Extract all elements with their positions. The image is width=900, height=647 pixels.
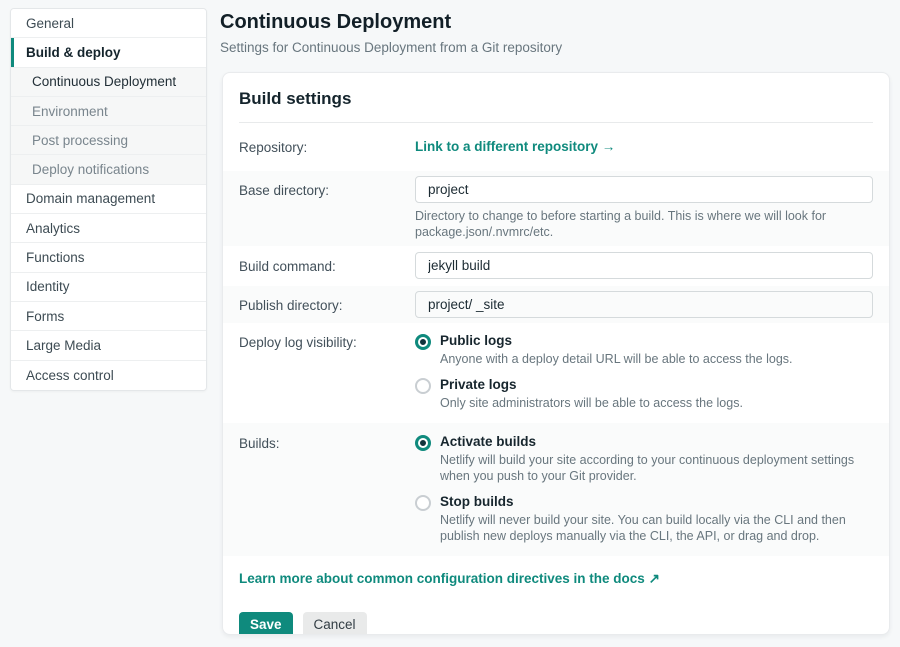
activate-builds-option: Activate builds Netlify will build your …: [415, 434, 873, 485]
sidebar-item-identity[interactable]: Identity: [11, 273, 206, 302]
build-command-label: Build command:: [239, 252, 415, 279]
publish-directory-label: Publish directory:: [239, 291, 415, 318]
base-directory-label: Base directory:: [239, 176, 415, 240]
card-footer: Learn more about common configuration di…: [223, 556, 889, 636]
build-command-row: Build command:: [223, 246, 889, 286]
build-command-input[interactable]: [415, 252, 873, 279]
page-title: Continuous Deployment: [220, 11, 451, 34]
public-logs-option: Public logs Anyone with a deploy detail …: [415, 333, 873, 367]
activate-builds-title[interactable]: Activate builds: [440, 434, 873, 449]
card-title: Build settings: [239, 89, 873, 109]
sidebar-item-analytics[interactable]: Analytics: [11, 214, 206, 243]
builds-row: Builds: Activate builds Netlify will bui…: [223, 423, 889, 556]
activate-builds-radio[interactable]: [415, 435, 431, 451]
public-logs-title[interactable]: Public logs: [440, 333, 873, 348]
link-different-repository[interactable]: Link to a different repository →: [415, 139, 615, 154]
stop-builds-option: Stop builds Netlify will never build you…: [415, 494, 873, 545]
private-logs-desc: Only site administrators will be able to…: [440, 395, 873, 411]
cancel-button[interactable]: Cancel: [303, 612, 367, 636]
sidebar-item-large-media[interactable]: Large Media: [11, 331, 206, 360]
sidebar-item-access-control[interactable]: Access control: [11, 361, 206, 390]
sidebar-item-continuous-deployment[interactable]: Continuous Deployment: [11, 68, 206, 97]
settings-sidebar: General Build & deploy Continuous Deploy…: [10, 8, 207, 391]
arrow-up-right-icon: ↗: [649, 571, 660, 586]
sidebar-item-functions[interactable]: Functions: [11, 243, 206, 272]
docs-link[interactable]: Learn more about common configuration di…: [239, 571, 660, 586]
activate-builds-desc: Netlify will build your site according t…: [440, 452, 873, 485]
sidebar-item-domain-management[interactable]: Domain management: [11, 185, 206, 214]
link-different-repository-text: Link to a different repository: [415, 139, 598, 154]
stop-builds-radio[interactable]: [415, 495, 431, 511]
base-directory-help: Directory to change to before starting a…: [415, 208, 873, 240]
stop-builds-title[interactable]: Stop builds: [440, 494, 873, 509]
builds-label: Builds:: [239, 434, 415, 545]
build-settings-card: Build settings Repository: Link to a dif…: [222, 72, 890, 635]
repository-row: Repository: Link to a different reposito…: [223, 123, 889, 171]
sidebar-item-build-deploy[interactable]: Build & deploy: [11, 38, 206, 67]
sidebar-item-deploy-notifications[interactable]: Deploy notifications: [11, 155, 206, 184]
stop-builds-desc: Netlify will never build your site. You …: [440, 512, 873, 545]
public-logs-desc: Anyone with a deploy detail URL will be …: [440, 351, 873, 367]
base-directory-input[interactable]: [415, 176, 873, 203]
private-logs-radio[interactable]: [415, 378, 431, 394]
publish-directory-row: Publish directory:: [223, 286, 889, 323]
public-logs-radio[interactable]: [415, 334, 431, 350]
arrow-right-icon: →: [602, 139, 616, 154]
deploy-log-visibility-row: Deploy log visibility: Public logs Anyon…: [223, 323, 889, 423]
repository-label: Repository:: [239, 138, 415, 156]
docs-link-text: Learn more about common configuration di…: [239, 571, 645, 586]
base-directory-row: Base directory: Directory to change to b…: [223, 171, 889, 246]
private-logs-option: Private logs Only site administrators wi…: [415, 377, 873, 411]
sidebar-item-general[interactable]: General: [11, 9, 206, 38]
settings-page: General Build & deploy Continuous Deploy…: [0, 0, 900, 647]
deploy-log-visibility-label: Deploy log visibility:: [239, 333, 415, 412]
sidebar-item-environment[interactable]: Environment: [11, 97, 206, 126]
publish-directory-input[interactable]: [415, 291, 873, 318]
sidebar-item-forms[interactable]: Forms: [11, 302, 206, 331]
private-logs-title[interactable]: Private logs: [440, 377, 873, 392]
page-subtitle: Settings for Continuous Deployment from …: [220, 40, 562, 55]
sidebar-item-post-processing[interactable]: Post processing: [11, 126, 206, 155]
save-button[interactable]: Save: [239, 612, 293, 636]
